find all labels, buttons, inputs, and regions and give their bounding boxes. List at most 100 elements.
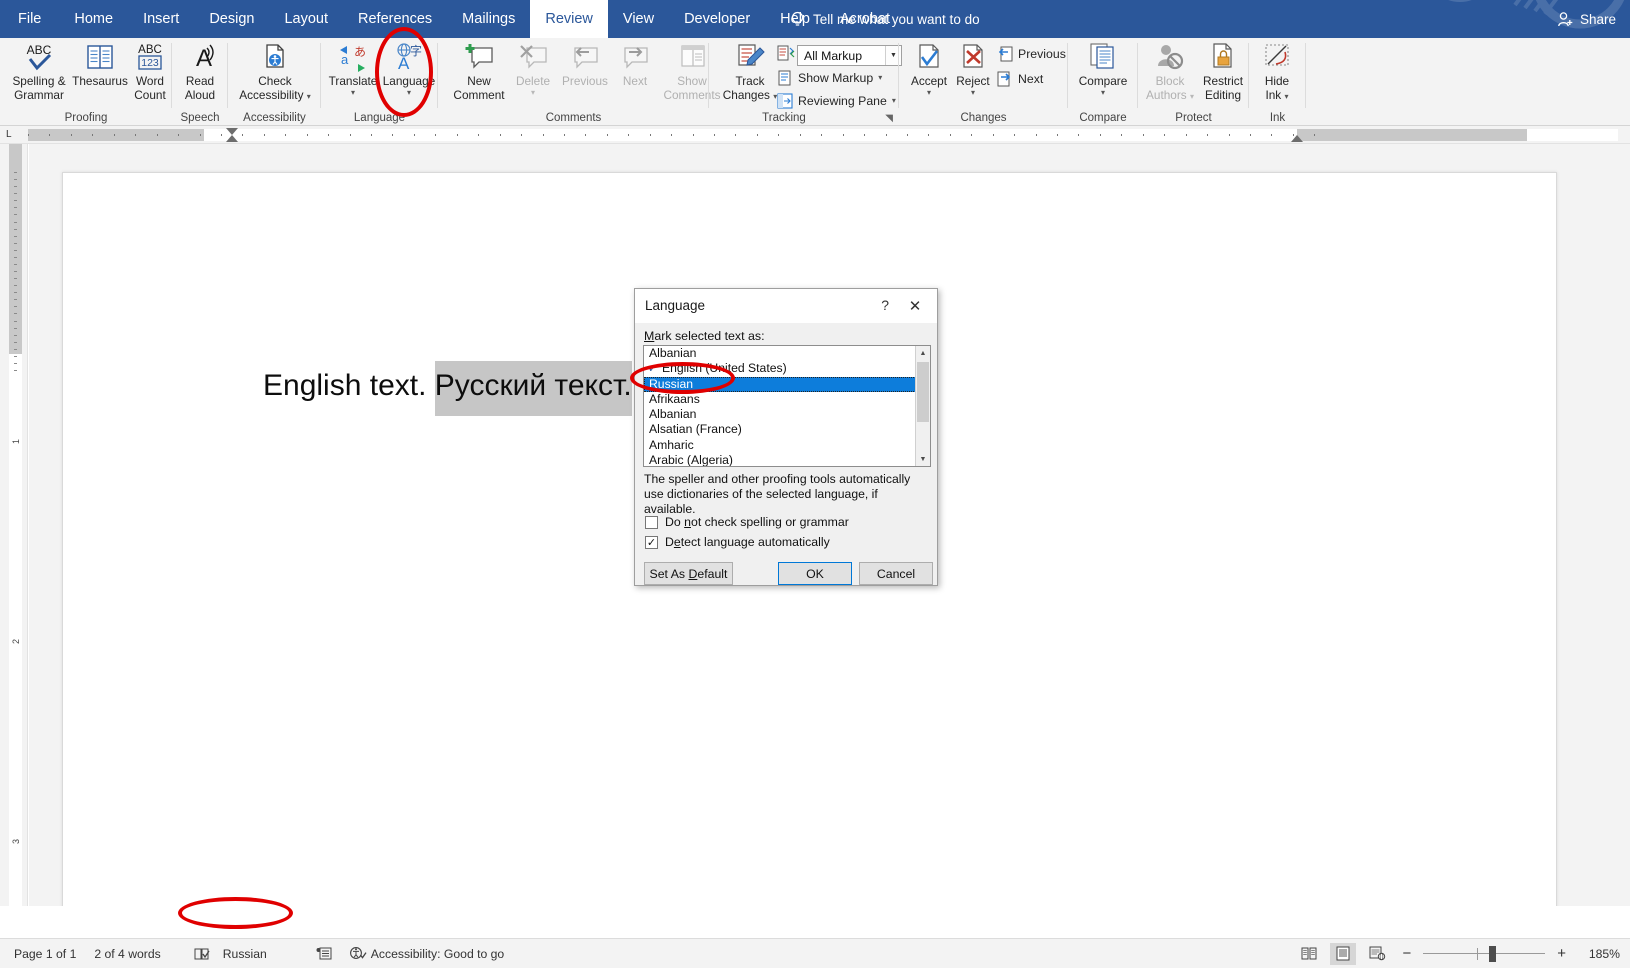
do-not-check-spelling-checkbox[interactable]: Do not check spelling or grammar — [645, 515, 849, 529]
print-layout-button[interactable] — [1330, 943, 1356, 965]
tab-stop-selector[interactable]: L — [6, 129, 12, 140]
translate-button[interactable]: a あ Translate ▾ — [325, 41, 381, 97]
checkbox-box[interactable] — [645, 516, 658, 529]
chevron-down-icon[interactable]: ▾ — [307, 92, 311, 101]
vertical-ruler[interactable]: 123 — [0, 144, 28, 906]
scroll-up-icon[interactable]: ▲ — [916, 346, 930, 360]
zoom-level-label: 185% — [1589, 947, 1620, 961]
cancel-button[interactable]: Cancel — [859, 562, 933, 585]
set-as-default-button[interactable]: Set As Default — [644, 562, 733, 585]
close-icon[interactable]: ✕ — [903, 296, 927, 316]
next-change-button[interactable]: Next — [997, 71, 1043, 87]
first-line-indent-marker[interactable] — [226, 128, 238, 135]
ruler-tick — [200, 134, 201, 136]
tab-home[interactable]: Home — [59, 0, 128, 38]
chevron-down-icon[interactable]: ▾ — [407, 89, 411, 97]
thesaurus-button[interactable]: Thesaurus — [72, 41, 128, 89]
restrict-editing-button[interactable]: Restrict Editing — [1198, 41, 1248, 102]
chevron-down-icon[interactable]: ▾ — [878, 74, 882, 82]
tab-design[interactable]: Design — [194, 0, 269, 38]
tab-file[interactable]: File — [0, 0, 59, 38]
web-layout-button[interactable] — [1364, 943, 1390, 965]
language-dialog[interactable]: Language ? ✕ Mark selected text as: Alba… — [634, 288, 938, 586]
language-list-item[interactable]: Alsatian (France) — [644, 422, 930, 437]
language-button[interactable]: 字 A Language ▾ — [381, 41, 437, 97]
language-list-item[interactable]: Arabic (Algeria) — [644, 453, 930, 467]
checkbox-box[interactable]: ✓ — [645, 536, 658, 549]
language-list-item[interactable]: Albanian — [644, 346, 930, 361]
language-list-item-label: Arabic (Algeria) — [649, 453, 733, 467]
language-listbox[interactable]: Albanian✓English (United States)RussianA… — [643, 345, 931, 467]
ruler-tick — [821, 134, 822, 136]
right-indent-marker[interactable] — [1291, 135, 1303, 142]
new-comment-button[interactable]: New Comment — [448, 41, 510, 102]
tab-mailings[interactable]: Mailings — [447, 0, 530, 38]
read-mode-icon — [1301, 946, 1318, 961]
zoom-slider[interactable] — [1423, 946, 1545, 962]
read-mode-button[interactable] — [1296, 943, 1322, 965]
previous-comment-button[interactable]: Previous — [556, 41, 614, 89]
delete-comment-button[interactable]: Delete ▾ — [510, 41, 556, 97]
zoom-out-button[interactable]: − — [1398, 945, 1415, 962]
reviewing-pane-button[interactable]: Reviewing Pane ▾ — [777, 93, 896, 109]
language-list-item[interactable]: Russian — [644, 377, 930, 392]
show-comments-icon — [676, 41, 708, 73]
tab-insert[interactable]: Insert — [128, 0, 194, 38]
tracking-dialog-launcher[interactable]: ◥ — [885, 113, 893, 124]
document-text-russian-selected: Русский текст. — [435, 361, 632, 416]
word-count-button[interactable]: ABC 123 Word Count — [128, 41, 172, 102]
tab-layout[interactable]: Layout — [269, 0, 343, 38]
next-comment-button[interactable]: Next — [614, 41, 656, 89]
language-indicator[interactable]: Russian — [170, 947, 276, 961]
show-markup-button[interactable]: Show Markup ▾ — [777, 70, 882, 86]
tab-developer[interactable]: Developer — [669, 0, 765, 38]
hide-ink-button[interactable]: Hide Ink ▾ — [1252, 41, 1302, 102]
word-count-indicator[interactable]: 2 of 4 words — [85, 947, 169, 961]
language-list-item[interactable]: Afrikaans — [644, 392, 930, 407]
language-list-item[interactable]: Amharic — [644, 438, 930, 453]
chevron-down-icon[interactable]: ▾ — [531, 89, 535, 97]
tell-me-search[interactable]: Tell me what you want to do — [790, 0, 980, 38]
listbox-scrollbar[interactable]: ▲ ▼ — [915, 346, 930, 466]
help-icon[interactable]: ? — [881, 297, 889, 313]
horizontal-ruler[interactable]: L — [0, 126, 1630, 144]
chevron-down-icon[interactable]: ▾ — [1190, 92, 1194, 101]
chevron-down-icon[interactable]: ▾ — [1285, 92, 1289, 101]
language-list[interactable]: Albanian✓English (United States)RussianA… — [644, 346, 930, 467]
detect-language-checkbox[interactable]: ✓ Detect language automatically — [645, 535, 830, 549]
detect-pre: D — [665, 535, 674, 549]
share-button[interactable]: Share — [1557, 0, 1616, 38]
spelling-grammar-button[interactable]: ABC Spelling & Grammar — [6, 41, 72, 102]
language-list-item[interactable]: ✓English (United States) — [644, 361, 930, 376]
display-for-review-combo[interactable]: All Markup ▼ — [797, 45, 902, 66]
read-aloud-button[interactable]: A Read Aloud — [175, 41, 225, 102]
zoom-in-button[interactable]: + — [1553, 945, 1570, 962]
chevron-down-icon[interactable]: ▾ — [927, 89, 931, 97]
compare-button[interactable]: Compare ▾ — [1072, 41, 1134, 97]
previous-change-button[interactable]: Previous — [997, 46, 1066, 62]
chevron-down-icon[interactable]: ▾ — [892, 97, 896, 105]
macro-indicator[interactable] — [276, 946, 341, 961]
scroll-down-icon[interactable]: ▼ — [916, 452, 930, 466]
chevron-down-icon[interactable]: ▾ — [1101, 89, 1105, 97]
zoom-slider-handle[interactable] — [1489, 946, 1496, 962]
language-list-item[interactable]: Albanian — [644, 407, 930, 422]
accessibility-indicator[interactable]: Accessibility: Good to go — [341, 946, 513, 961]
chevron-down-icon[interactable]: ▾ — [971, 89, 975, 97]
document-paragraph[interactable]: English text. Русский текст. — [263, 369, 632, 403]
scrollbar-thumb[interactable] — [917, 362, 929, 422]
check-accessibility-button[interactable]: Check Accessibility ▾ — [231, 41, 319, 102]
ok-button[interactable]: OK — [778, 562, 852, 585]
accept-button[interactable]: Accept ▾ — [907, 41, 951, 97]
track-changes-button[interactable]: Track Changes ▾ — [719, 41, 781, 102]
chevron-down-icon[interactable]: ▾ — [351, 89, 355, 97]
tab-view[interactable]: View — [608, 0, 669, 38]
hanging-indent-marker[interactable] — [226, 135, 238, 142]
tab-review[interactable]: Review — [530, 0, 608, 38]
reject-button[interactable]: Reject ▾ — [951, 41, 995, 97]
ribbon-tabs[interactable]: File Home Insert Design Layout Reference… — [0, 0, 905, 38]
block-authors-button[interactable]: Block Authors ▾ — [1142, 41, 1198, 102]
tab-references[interactable]: References — [343, 0, 447, 38]
page-indicator[interactable]: Page 1 of 1 — [0, 947, 85, 961]
zoom-level-button[interactable]: 185% — [1578, 947, 1620, 961]
